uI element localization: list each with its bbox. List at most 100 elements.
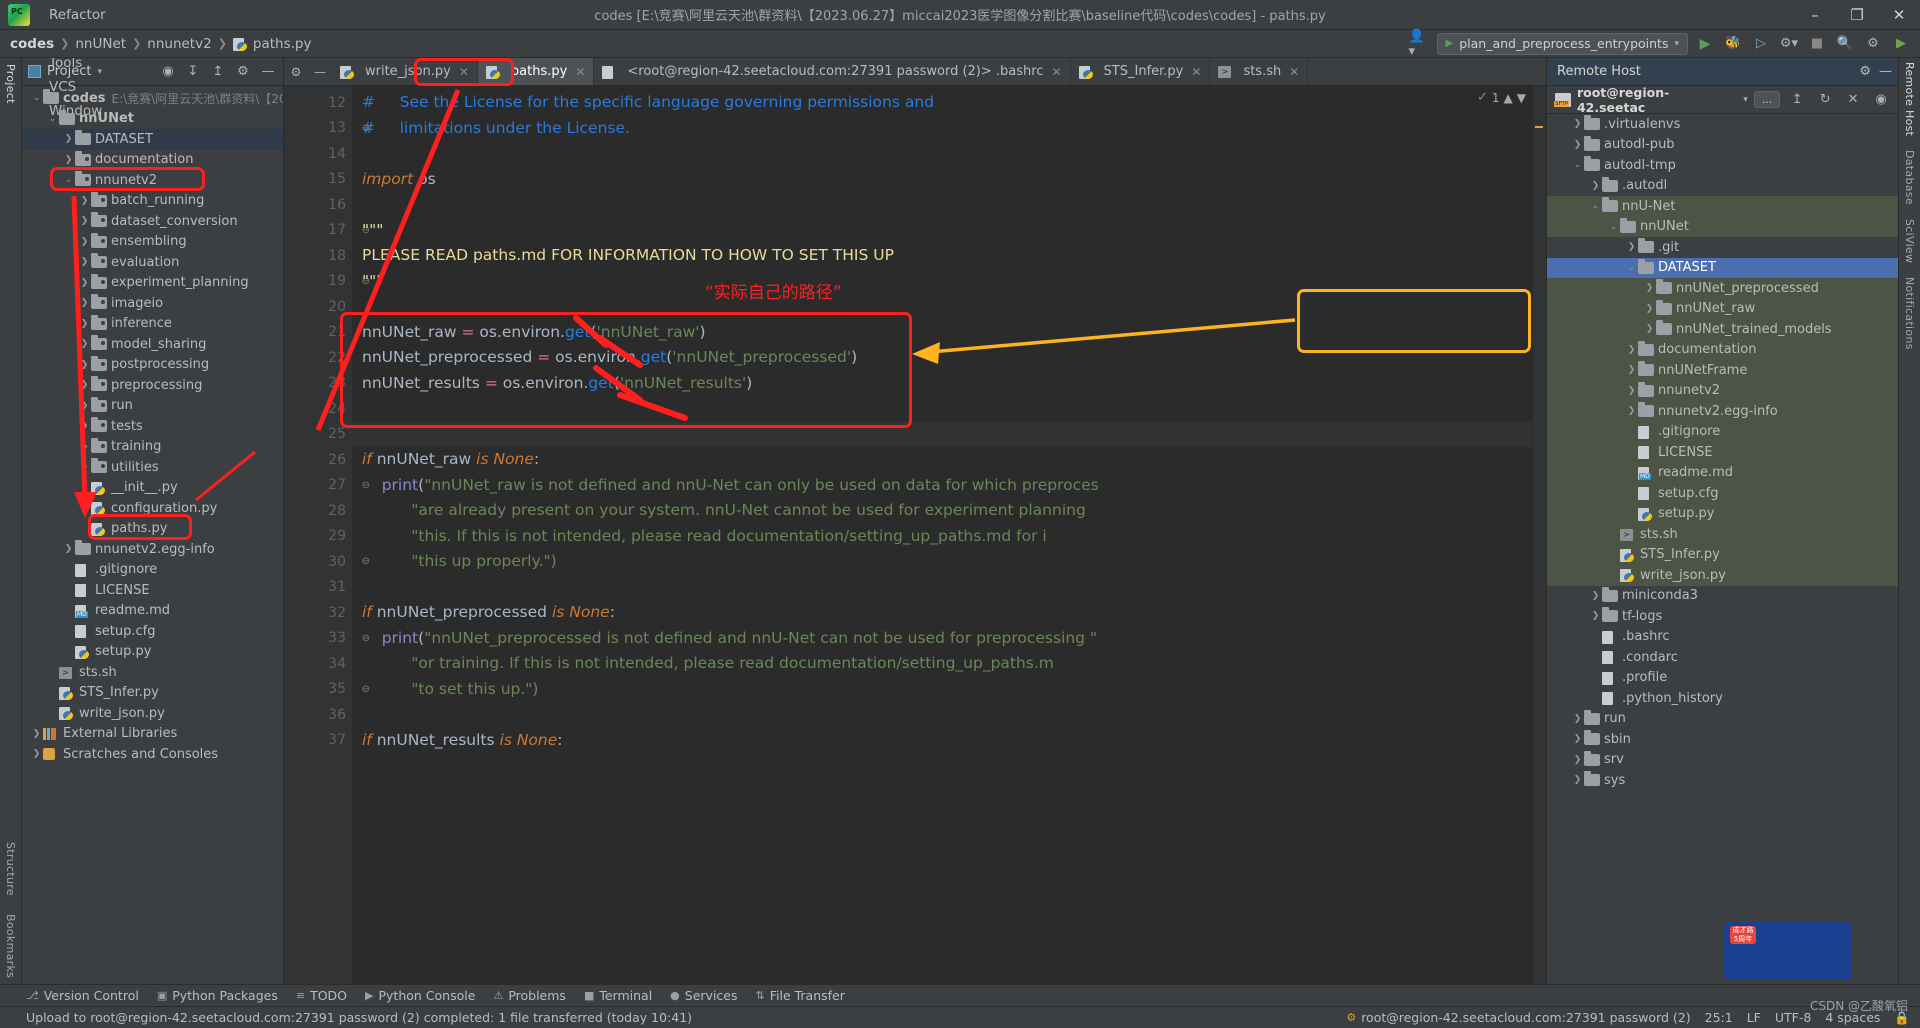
window-controls[interactable]: – ❐ ✕	[1794, 0, 1920, 30]
tree-item-nnunet[interactable]: ⌄nnUNet	[1547, 217, 1898, 238]
tree-item-experiment-planning[interactable]: ❯experiment_planning	[22, 273, 283, 294]
chevron-right-icon[interactable]: ❯	[78, 298, 91, 308]
chevron-right-icon[interactable]: ❯	[1571, 714, 1584, 724]
debug-icon[interactable]: 🐝	[1722, 33, 1744, 55]
tree-item-write-json-py[interactable]: write_json.py	[1547, 565, 1898, 586]
chevron-right-icon[interactable]: ❯	[78, 421, 91, 431]
tree-item-setup-cfg[interactable]: setup.cfg	[1547, 483, 1898, 504]
chevron-right-icon[interactable]: ❯	[78, 380, 91, 390]
tool-window-version-control[interactable]: ⎇Version Control	[26, 988, 139, 1003]
chevron-up-icon[interactable]: ▲	[1504, 91, 1513, 105]
hide-icon[interactable]: —	[257, 61, 279, 83]
tree-item-nnunet-preprocessed[interactable]: ❯nnUNet_preprocessed	[1547, 278, 1898, 299]
tree-item-nnunetv2[interactable]: ⌄nnunetv2	[22, 170, 283, 191]
strip-label-sciview[interactable]: SciView	[1903, 219, 1916, 263]
breadcrumb-item-nnunetv2[interactable]: nnunetv2	[147, 36, 211, 52]
search-icon[interactable]: 🔍	[1834, 33, 1856, 55]
code-line[interactable]: nnUNet_results = os.environ.get('nnUNet_…	[352, 371, 1546, 397]
editor-hide-icon[interactable]: —	[308, 58, 332, 85]
tree-item-autodl-pub[interactable]: ❯autodl-pub	[1547, 135, 1898, 156]
chevron-right-icon[interactable]: ❯	[1589, 611, 1602, 621]
tree-item-run[interactable]: ❯run	[22, 396, 283, 417]
tree-item-configuration-py[interactable]: configuration.py	[22, 498, 283, 519]
chevron-right-icon[interactable]: ❯	[1625, 406, 1638, 416]
tree-item-sts-infer-py[interactable]: STS_Infer.py	[1547, 545, 1898, 566]
tree-item-nnunet[interactable]: ⌄nnUNet	[22, 109, 283, 130]
code-line[interactable]	[352, 422, 1546, 448]
tree-item-nnu-net[interactable]: ⌄nnU-Net	[1547, 196, 1898, 217]
code-line[interactable]	[352, 702, 1546, 728]
editor-tab-write-json-py[interactable]: write_json.py✕	[332, 58, 478, 85]
tool-window-python-packages[interactable]: ▣Python Packages	[157, 988, 278, 1003]
tree-item--virtualenvs[interactable]: ❯.virtualenvs	[1547, 114, 1898, 135]
close-tab-icon[interactable]: ✕	[459, 65, 469, 79]
strip-label-notifications[interactable]: Notifications	[1903, 277, 1916, 350]
refresh-icon[interactable]: ↻	[1814, 89, 1836, 111]
tree-item-sts-sh[interactable]: >sts.sh	[22, 662, 283, 683]
gear-icon[interactable]: ⚙	[1862, 33, 1884, 55]
editor-tab-bar[interactable]: ⚙ — write_json.py✕paths.py✕<root@region-…	[284, 58, 1546, 86]
tree-item-nnunet-trained-models[interactable]: ❯nnUNet_trained_models	[1547, 319, 1898, 340]
tree-item-batch-running[interactable]: ❯batch_running	[22, 191, 283, 212]
editor-tabs[interactable]: write_json.py✕paths.py✕<root@region-42.s…	[332, 58, 1308, 85]
chevron-right-icon[interactable]: ❯	[1589, 181, 1602, 191]
tool-window-todo[interactable]: ≡TODO	[296, 988, 347, 1003]
tree-item-ensembling[interactable]: ❯ensembling	[22, 232, 283, 253]
tree-item-nnunetv2-egg-info[interactable]: ❯nnunetv2.egg-info	[22, 539, 283, 560]
expand-all-icon[interactable]: ↧	[182, 61, 204, 83]
profile-icon[interactable]: ⚙▾	[1778, 33, 1800, 55]
code-line[interactable]: nnUNet_raw = os.environ.get('nnUNet_raw'…	[352, 320, 1546, 346]
tree-item--git[interactable]: ❯.git	[1547, 237, 1898, 258]
close-tab-icon[interactable]: ✕	[1289, 65, 1299, 79]
remote-host-header-actions[interactable]: ⚙ —	[1859, 64, 1892, 79]
chevron-right-icon[interactable]: ❯	[1571, 755, 1584, 765]
tree-item--condarc[interactable]: .condarc	[1547, 647, 1898, 668]
chevron-right-icon[interactable]: ❯	[30, 729, 43, 739]
inspection-widget[interactable]: ✓ 1 ▲ ▼	[1471, 88, 1532, 107]
chevron-right-icon[interactable]: ❯	[78, 401, 91, 411]
tree-item-imageio[interactable]: ❯imageio	[22, 293, 283, 314]
close-tab-icon[interactable]: ✕	[1051, 65, 1061, 79]
collapse-all-icon[interactable]: ↥	[1786, 89, 1808, 111]
inspection-scrollbar[interactable]	[1532, 86, 1546, 984]
collapse-all-icon[interactable]: ↥	[207, 61, 229, 83]
breadcrumb[interactable]: codes❯nnUNet❯nnunetv2❯paths.py	[10, 36, 311, 52]
tool-window-terminal[interactable]: ■Terminal	[584, 988, 652, 1003]
strip-label-bookmarks[interactable]: Bookmarks	[4, 914, 17, 978]
tree-item--gitignore[interactable]: .gitignore	[1547, 422, 1898, 443]
tree-item-nnunet-raw[interactable]: ❯nnUNet_raw	[1547, 299, 1898, 320]
tree-item-srv[interactable]: ❯srv	[1547, 750, 1898, 771]
tree-item-external-libraries[interactable]: ❯External Libraries	[22, 724, 283, 745]
project-panel-toolbar[interactable]: ◉ ↧ ↥ ⚙ —	[157, 61, 279, 83]
tree-item-readme-md[interactable]: readme.md	[22, 601, 283, 622]
editor-tab--root-region-42-seetacloud-com[interactable]: <root@region-42.seetacloud.com:27391 pas…	[594, 58, 1070, 85]
maximize-button[interactable]: ❐	[1836, 0, 1878, 30]
status-encoding[interactable]: UTF-8	[1775, 1010, 1811, 1025]
stop-icon[interactable]: ■	[1806, 33, 1828, 55]
status-caret-position[interactable]: 25:1	[1705, 1010, 1733, 1025]
code-line[interactable]: print("nnUNet_raw is not defined and nnU…	[352, 473, 1546, 499]
tree-item-sys[interactable]: ❯sys	[1547, 770, 1898, 791]
tree-item-dataset[interactable]: ❯DATASET	[22, 129, 283, 150]
chevron-right-icon[interactable]: ❯	[78, 462, 91, 472]
code-line[interactable]	[352, 575, 1546, 601]
locate-icon[interactable]: ◉	[1870, 89, 1892, 111]
updates-icon[interactable]: ▶	[1890, 33, 1912, 55]
tree-item-sts-infer-py[interactable]: STS_Infer.py	[22, 683, 283, 704]
tree-item-setup-py[interactable]: setup.py	[22, 642, 283, 663]
chevron-right-icon[interactable]: ❯	[78, 237, 91, 247]
code-line[interactable]	[352, 141, 1546, 167]
tree-item-paths-py[interactable]: paths.py	[22, 519, 283, 540]
tree-item-miniconda3[interactable]: ❯miniconda3	[1547, 586, 1898, 607]
tree-item-setup-cfg[interactable]: setup.cfg	[22, 621, 283, 642]
search-everywhere-small-icon[interactable]: 👤▾	[1409, 33, 1431, 55]
close-tab-icon[interactable]: ✕	[575, 65, 585, 79]
chevron-right-icon[interactable]: ❯	[1571, 119, 1584, 129]
code-line[interactable]: """	[352, 218, 1546, 244]
chevron-down-icon[interactable]: ⌄	[1625, 263, 1638, 273]
breadcrumb-item-paths-py[interactable]: paths.py	[233, 36, 312, 52]
gear-icon[interactable]: ⚙	[1859, 64, 1871, 79]
chevron-down-icon[interactable]: ⌄	[30, 93, 43, 103]
code-line[interactable]: if nnUNet_raw is None:	[352, 447, 1546, 473]
chevron-right-icon[interactable]: ❯	[78, 196, 91, 206]
